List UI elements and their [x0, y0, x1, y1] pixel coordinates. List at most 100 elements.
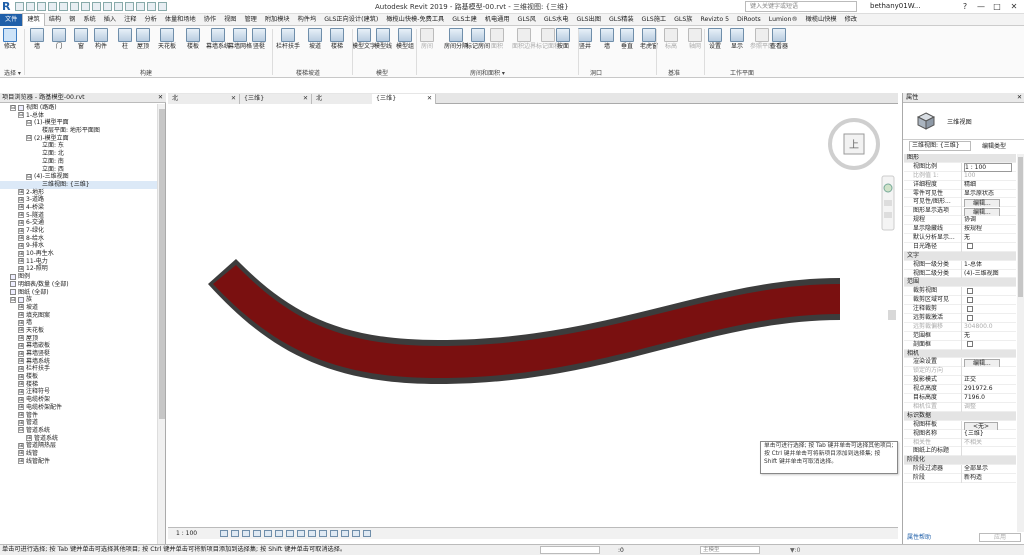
detail-level-icon[interactable]: [220, 530, 228, 537]
menu-tab-7[interactable]: 分析: [140, 14, 160, 26]
tree-item[interactable]: 立面: 东: [0, 142, 157, 150]
save-icon[interactable]: [26, 2, 35, 11]
ribbon-tool-26[interactable]: 墙: [600, 28, 614, 50]
property-value[interactable]: 291972.6: [961, 385, 1014, 395]
road-model[interactable]: [213, 265, 840, 378]
property-value[interactable]: [961, 242, 1014, 252]
ribbon-panel-label-2[interactable]: 楼梯坡道: [296, 68, 320, 77]
temporary-hide-icon[interactable]: [308, 530, 316, 537]
view-cube[interactable]: 上: [828, 118, 880, 170]
view-scale[interactable]: 1 : 100: [176, 528, 197, 539]
menu-tab-2[interactable]: 结构: [45, 14, 65, 26]
ribbon-tool-31[interactable]: 设置: [708, 28, 722, 50]
sync-icon[interactable]: [37, 2, 46, 11]
ribbon-tool-5[interactable]: 柱: [118, 28, 132, 50]
project-browser-scrollbar[interactable]: [157, 104, 165, 544]
shadows-icon[interactable]: [253, 530, 261, 537]
menu-tab-18[interactable]: GLS风: [514, 14, 540, 26]
tree-item[interactable]: ⊞ 4-桥梁: [0, 204, 157, 212]
ribbon-tool-17[interactable]: 模型组: [396, 28, 414, 50]
tree-item[interactable]: ⊞ 2-地形: [0, 189, 157, 197]
tab-close-icon[interactable]: ✕: [231, 94, 236, 103]
property-checkbox[interactable]: [967, 243, 973, 250]
customize-qat-icon[interactable]: [158, 2, 167, 11]
menu-tab-24[interactable]: Revizto 5: [696, 14, 733, 26]
tree-toggle-icon[interactable]: ⊞: [18, 212, 24, 219]
property-checkbox[interactable]: [967, 287, 973, 294]
lock-view-icon[interactable]: [297, 530, 305, 537]
menu-tab-10[interactable]: 视图: [220, 14, 240, 26]
tree-toggle-icon[interactable]: ⊞: [18, 204, 24, 211]
tree-toggle-icon[interactable]: ⊟: [18, 112, 24, 119]
ribbon-tool-11[interactable]: 竖梃: [252, 28, 266, 50]
ribbon-tool-7[interactable]: 天花板: [158, 28, 176, 50]
tree-item[interactable]: ⊞ 注释符号: [0, 388, 157, 396]
property-edit-button[interactable]: <无>: [964, 421, 999, 430]
menu-tab-22[interactable]: GLS施工: [638, 14, 671, 26]
tree-item[interactable]: ⊞ 7-绿化: [0, 227, 157, 235]
print-icon[interactable]: [70, 2, 79, 11]
crop-view-icon[interactable]: [275, 530, 283, 537]
property-value[interactable]: 正交: [961, 376, 1014, 386]
tree-toggle-icon[interactable]: ⊞: [18, 350, 24, 357]
tab-north-1[interactable]: 北 ✕: [168, 94, 240, 104]
tree-item[interactable]: 立面: 北: [0, 150, 157, 158]
tree-item[interactable]: ⊞ 12-照明: [0, 265, 157, 273]
tree-toggle-icon[interactable]: ⊞: [18, 319, 24, 326]
sun-path-icon[interactable]: [242, 530, 250, 537]
switch-windows-icon[interactable]: [147, 2, 156, 11]
section-icon[interactable]: [114, 2, 123, 11]
property-checkbox[interactable]: [967, 314, 973, 321]
ribbon-tool-0[interactable]: 修改: [3, 28, 17, 50]
tree-item[interactable]: 立面: 南: [0, 158, 157, 166]
visual-style-icon[interactable]: [231, 530, 239, 537]
tree-toggle-icon[interactable]: ⊞: [18, 358, 24, 365]
analytical-model-icon[interactable]: [341, 530, 349, 537]
search-input[interactable]: 键入关键字或短语: [745, 1, 857, 12]
tree-item[interactable]: ⊞ 管件: [0, 412, 157, 420]
menu-tab-28[interactable]: 修改: [841, 14, 861, 26]
tree-item[interactable]: ⊞ 天花板: [0, 327, 157, 335]
ribbon-tool-14[interactable]: 楼梯: [330, 28, 344, 50]
menu-tab-23[interactable]: GLS族: [670, 14, 696, 26]
property-value[interactable]: {三维}: [961, 429, 1014, 439]
ribbon-tool-13[interactable]: 坡道: [308, 28, 322, 50]
project-browser-close-icon[interactable]: ✕: [158, 93, 163, 103]
menu-tab-9[interactable]: 协作: [200, 14, 220, 26]
workset-field[interactable]: [540, 546, 600, 554]
revit-logo[interactable]: R: [2, 0, 10, 13]
tree-toggle-icon[interactable]: ⊟: [10, 296, 16, 303]
measure-icon[interactable]: [81, 2, 90, 11]
tree-item[interactable]: ⊟ (1)-模型平面: [0, 119, 157, 127]
highlight-displacement-icon[interactable]: [352, 530, 360, 537]
property-value[interactable]: 无: [961, 234, 1014, 243]
tree-toggle-icon[interactable]: ⊞: [18, 458, 24, 465]
tree-item[interactable]: ⊞ 10-再生水: [0, 250, 157, 258]
property-value[interactable]: 新构造: [961, 474, 1014, 483]
ribbon-panel-label-0[interactable]: 选择 ▾: [4, 68, 21, 77]
tree-item[interactable]: ⊞ 楼板: [0, 373, 157, 381]
ribbon-tool-25[interactable]: 竖井: [578, 28, 592, 50]
ribbon-tool-10[interactable]: 幕墙网格: [228, 28, 252, 50]
maximize-button[interactable]: □: [990, 1, 1004, 12]
constraints-icon[interactable]: [363, 530, 371, 537]
ribbon-tool-18[interactable]: 房间: [420, 28, 434, 50]
tree-toggle-icon[interactable]: ⊟: [18, 427, 24, 434]
tree-item[interactable]: 图例: [0, 273, 157, 281]
tree-toggle-icon[interactable]: ⊞: [18, 250, 24, 257]
property-value[interactable]: (4)-三维视图: [961, 269, 1014, 279]
property-value[interactable]: 编辑...: [961, 198, 1014, 208]
property-checkbox[interactable]: [967, 296, 973, 303]
property-value[interactable]: <无>: [961, 420, 1014, 430]
tree-toggle-icon[interactable]: ⊞: [18, 312, 24, 319]
tree-item[interactable]: ⊞ 幕墙竖梃: [0, 350, 157, 358]
menu-tab-21[interactable]: GLS精装: [605, 14, 638, 26]
property-value[interactable]: 7196.0: [961, 394, 1014, 403]
ribbon-tool-22[interactable]: 面积边界: [512, 28, 536, 50]
menu-tab-14[interactable]: GLS正向设计(建筑): [320, 14, 382, 26]
tree-item[interactable]: ⊟ 视图 (路路): [0, 104, 157, 112]
menu-tab-15[interactable]: 橄榄山快模-免费工具: [382, 14, 448, 26]
ribbon-panel-label-3[interactable]: 模型: [376, 68, 388, 77]
tree-item[interactable]: ⊟ (2)-模型立面: [0, 135, 157, 143]
tree-item[interactable]: ⊞ 幕墙嵌板: [0, 342, 157, 350]
